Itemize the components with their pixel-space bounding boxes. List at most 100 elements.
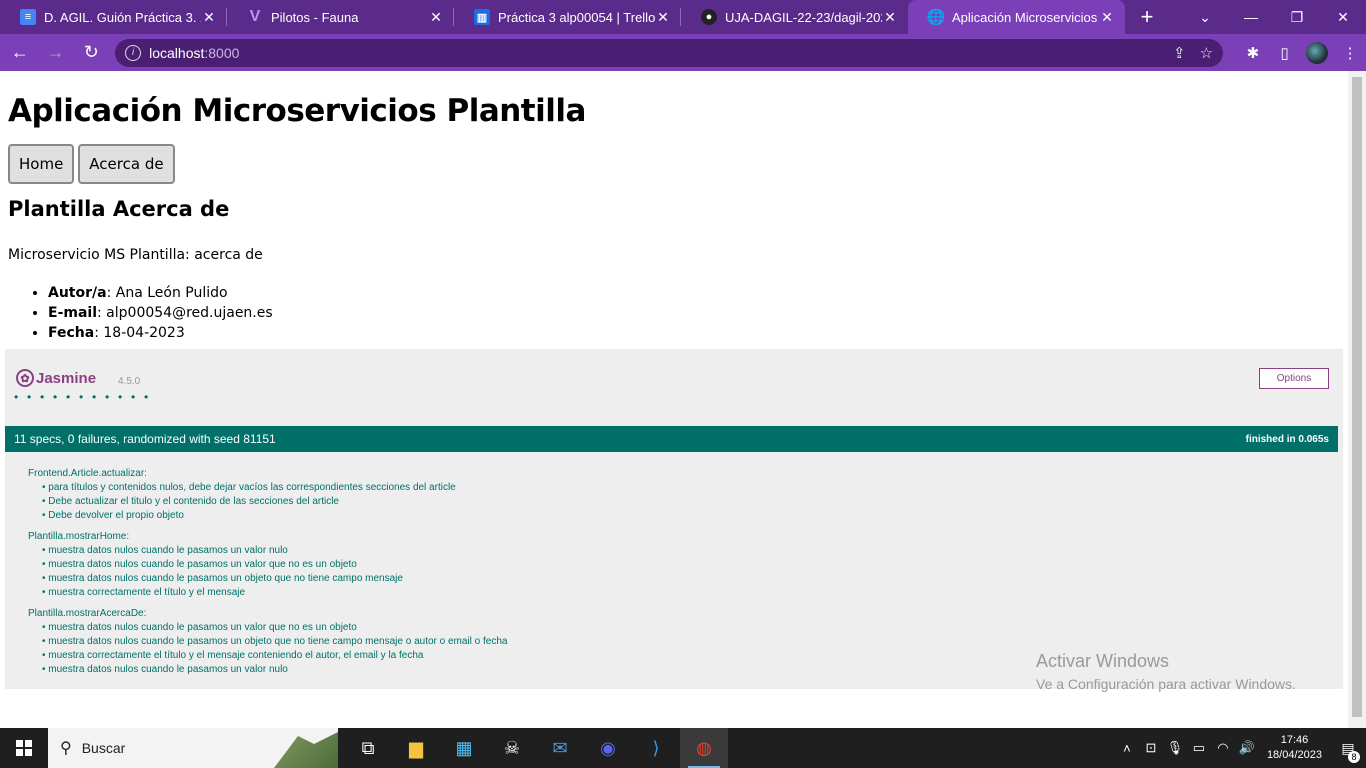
chevron-down-icon[interactable]: ⌄ (1182, 0, 1228, 34)
tab-title: D. AGIL. Guión Práctica 3. 22/2 (44, 9, 201, 25)
new-tab-button[interactable]: + (1125, 0, 1169, 34)
search-icon: ⚲ (60, 740, 72, 757)
info-list: Autor/a: Ana León Pulido E-mail: alp0005… (48, 283, 273, 343)
watermark-subtitle: Ve a Configuración para activar Windows. (1036, 676, 1296, 692)
tab-github[interactable]: ● UJA-DAGIL-22-23/dagil-2022 ✕ (681, 0, 908, 34)
spec-pass-dot: • (27, 390, 32, 404)
address-bar[interactable]: i localhost:8000 ⇪ ☆ (115, 38, 1224, 67)
info-label: Autor/a (48, 285, 107, 301)
mail-icon[interactable]: ✉ (536, 728, 584, 768)
taskbar-apps: ⧉ ▆ ▦ ☠ ✉ ◉ ⟩ ◍ (344, 728, 728, 768)
tab-docs[interactable]: ≡ D. AGIL. Guión Práctica 3. 22/2 ✕ (0, 0, 227, 34)
taskbar-search[interactable]: ⚲ Buscar (48, 728, 338, 768)
spec-item[interactable]: • Debe devolver el propio objeto (28, 509, 507, 523)
app-nav: Home Acerca de (8, 144, 175, 184)
globe-icon: 🌐 (926, 9, 946, 26)
section-title: Plantilla Acerca de (8, 197, 230, 221)
system-tray: ˄ ⊡ 🎙 ▭ ◠ 🔊 17:46 18/04/2023 ▤ 8 (1115, 733, 1366, 763)
extensions-icon[interactable]: ✱ (1237, 37, 1269, 69)
scrollbar-thumb[interactable] (1352, 77, 1362, 717)
jasmine-logo[interactable]: ✿ Jasmine (16, 369, 96, 387)
meet-now-icon[interactable]: ⊡ (1139, 740, 1163, 756)
discord-icon[interactable]: ◉ (584, 728, 632, 768)
suite-name[interactable]: Frontend.Article.actualizar: (28, 467, 507, 481)
minimize-button[interactable]: — (1228, 0, 1274, 34)
tab-trello[interactable]: ▥ Práctica 3 alp00054 | Trello ✕ (454, 0, 681, 34)
store-icon[interactable]: ▦ (440, 728, 488, 768)
spec-pass-dot: • (144, 390, 149, 404)
tab-title: Práctica 3 alp00054 | Trello (498, 9, 655, 25)
url-host: localhost (149, 44, 205, 61)
skull-app-icon[interactable]: ☠ (488, 728, 536, 768)
window-controls: ⌄ — ❐ ✕ (1182, 0, 1366, 34)
about-button[interactable]: Acerca de (78, 144, 175, 184)
back-button[interactable]: ← (4, 37, 36, 69)
results-summary[interactable]: 11 specs, 0 failures, randomized with se… (14, 432, 276, 446)
avatar[interactable] (1306, 41, 1329, 64)
spec-item[interactable]: • muestra datos nulos cuando le pasamos … (28, 663, 507, 677)
spec-summary: Frontend.Article.actualizar: • para títul… (28, 467, 507, 684)
close-icon[interactable]: ✕ (201, 9, 217, 25)
page-title: Aplicación Microservicios Plantilla (8, 93, 586, 129)
page-content: Aplicación Microservicios Plantilla Home… (0, 71, 1348, 728)
menu-icon[interactable]: ⋮ (1334, 37, 1366, 69)
info-value: : 18-04-2023 (94, 325, 185, 341)
tab-title: UJA-DAGIL-22-23/dagil-2022 (725, 9, 882, 25)
watermark-title: Activar Windows (1036, 651, 1170, 671)
file-explorer-icon[interactable]: ▆ (392, 728, 440, 768)
reload-button[interactable]: ↻ (75, 37, 107, 69)
github-icon: ● (701, 9, 717, 25)
share-icon[interactable]: ⇪ (1173, 44, 1186, 62)
tab-title: Aplicación Microservicios Pla (952, 9, 1099, 25)
suite-name[interactable]: Plantilla.mostrarHome: (28, 530, 507, 544)
notification-badge: 8 (1348, 750, 1360, 763)
close-icon[interactable]: ✕ (655, 9, 671, 25)
jasmine-version: 4.5.0 (118, 376, 141, 387)
microphone-icon[interactable]: 🎙 (1163, 740, 1187, 756)
spec-item[interactable]: • muestra datos nulos cuando le pasamos … (28, 544, 507, 558)
tab-app[interactable]: 🌐 Aplicación Microservicios Pla ✕ (908, 0, 1125, 34)
forward-button[interactable]: → (40, 37, 72, 69)
wifi-icon[interactable]: ◠ (1211, 740, 1235, 756)
close-window-button[interactable]: ✕ (1320, 0, 1366, 34)
battery-icon[interactable]: ▭ (1187, 740, 1211, 756)
spec-item[interactable]: • para títulos y contenidos nulos, debe … (28, 481, 507, 495)
spec-item[interactable]: • muestra datos nulos cuando le pasamos … (28, 621, 507, 635)
search-highlight-image (274, 732, 338, 768)
info-label: E-mail (48, 305, 98, 321)
close-icon[interactable]: ✕ (428, 9, 444, 25)
spec-item[interactable]: • muestra datos nulos cuando le pasamos … (28, 635, 507, 649)
vscode-icon[interactable]: ⟩ (632, 728, 680, 768)
close-icon[interactable]: ✕ (1099, 9, 1115, 25)
options-button[interactable]: Options (1259, 368, 1329, 389)
info-icon[interactable]: i (125, 44, 142, 61)
spec-item[interactable]: • muestra correctamente el título y el m… (28, 649, 507, 663)
home-button[interactable]: Home (8, 144, 75, 184)
jasmine-reporter: ✿ Jasmine 4.5.0 Options • • • • • • • • • • • 11 s… (5, 349, 1343, 689)
spec-pass-dot: • (92, 390, 97, 404)
task-view-icon[interactable]: ⧉ (344, 728, 392, 768)
side-panel-icon[interactable]: ▯ (1269, 37, 1301, 69)
star-icon[interactable]: ☆ (1200, 44, 1213, 62)
spec-item[interactable]: • muestra datos nulos cuando le pasamos … (28, 558, 507, 572)
spec-item[interactable]: • muestra correctamente el título y el m… (28, 586, 507, 600)
clock[interactable]: 17:46 18/04/2023 (1267, 733, 1322, 763)
spec-pass-dot: • (105, 390, 110, 404)
volume-icon[interactable]: 🔊 (1235, 740, 1259, 756)
notification-icon[interactable]: ▤ 8 (1330, 740, 1366, 763)
spec-item[interactable]: • muestra datos nulos cuando le pasamos … (28, 572, 507, 586)
restore-button[interactable]: ❐ (1274, 0, 1320, 34)
suite: Plantilla.mostrarHome: • muestra datos nu… (28, 530, 507, 600)
spec-item[interactable]: • Debe actualizar el titulo y el conteni… (28, 495, 507, 509)
taskbar: ⚲ Buscar ⧉ ▆ ▦ ☠ ✉ ◉ ⟩ ◍ ˄ ⊡ 🎙 ▭ ◠ 🔊 17:… (0, 728, 1366, 768)
suite-name[interactable]: Plantilla.mostrarAcercaDe: (28, 607, 507, 621)
chrome-icon[interactable]: ◍ (680, 728, 728, 768)
list-item: Fecha: 18-04-2023 (48, 323, 273, 343)
browser-toolbar: ← → ↻ i localhost:8000 ⇪ ☆ ✱ ▯ ⋮ (0, 34, 1366, 71)
start-button[interactable] (0, 728, 48, 768)
chevron-up-icon[interactable]: ˄ (1115, 741, 1139, 756)
close-icon[interactable]: ✕ (882, 9, 898, 25)
scrollbar[interactable] (1348, 71, 1366, 728)
search-placeholder: Buscar (81, 740, 126, 756)
tab-fauna[interactable]: V Pilotos - Fauna ✕ (227, 0, 454, 34)
